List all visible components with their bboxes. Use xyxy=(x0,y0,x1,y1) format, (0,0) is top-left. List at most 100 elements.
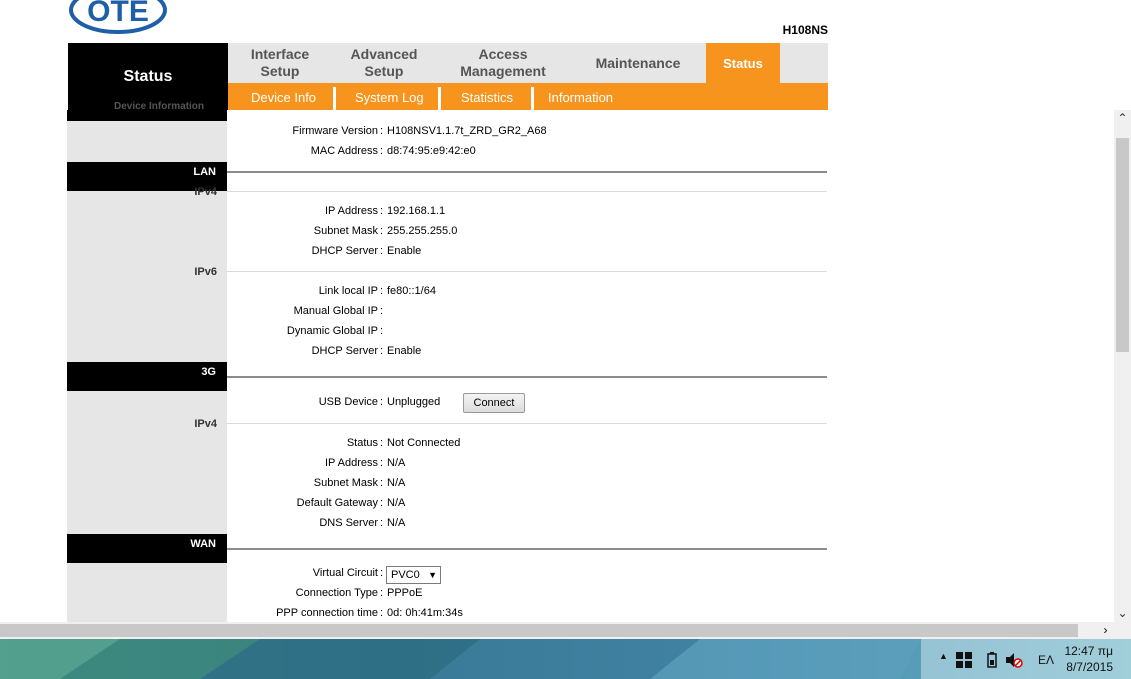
3g-mask-label: Subnet Mask xyxy=(313,477,378,489)
lan-mask-value: 255.255.255.0 xyxy=(387,225,458,237)
usb-device-row: USB Device: Unplugged xyxy=(227,396,827,412)
3g-status-label: Status xyxy=(346,437,378,449)
3g-dns-label: DNS Server xyxy=(319,517,378,529)
taskbar: ▲ ΕΛ 12:47 πμ 8/7/2015 xyxy=(0,639,1131,679)
3g-mask-value: N/A xyxy=(387,477,406,489)
colon: : xyxy=(380,125,384,137)
status-content: Firmware Version: H108NSV1.1.7t_ZRD_GR2_… xyxy=(67,110,828,622)
ppp-time-value: 0d: 0h:41m:34s xyxy=(387,607,463,619)
virtual-circuit-label: Virtual Circuit xyxy=(312,567,378,579)
colon: : xyxy=(380,205,384,217)
subtab-divider xyxy=(531,87,534,110)
section-title-wan: WAN xyxy=(190,538,216,550)
horizontal-scrollbar[interactable]: › xyxy=(0,622,1131,639)
colon: : xyxy=(380,587,384,599)
lan-dhcp-row: DHCP Server: Enable xyxy=(227,245,827,261)
scroll-right-icon[interactable]: › xyxy=(1097,622,1114,639)
subsection-divider xyxy=(227,423,827,424)
ppp-time-label: PPP connection time xyxy=(276,607,378,619)
connection-type-label: Connection Type xyxy=(295,587,378,599)
section-title-3g: 3G xyxy=(201,366,216,378)
vertical-scrollbar[interactable]: ⌃ ⌄ xyxy=(1114,110,1131,622)
connection-type-value: PPPoE xyxy=(387,587,423,599)
subtab-device-info[interactable]: Device Info xyxy=(251,83,316,110)
3g-status-row: Status: Not Connected xyxy=(227,437,827,453)
manual-global-ip-row: Manual Global IP: xyxy=(227,305,827,321)
section-title-block: Status Device Information xyxy=(68,43,228,112)
subtab-divider xyxy=(438,87,441,110)
firmware-row: Firmware Version: H108NSV1.1.7t_ZRD_GR2_… xyxy=(227,125,827,141)
virtual-circuit-row: Virtual Circuit: xyxy=(227,567,827,583)
horizontal-scroll-thumb[interactable] xyxy=(0,624,1078,637)
linklocal-value: fe80::1/64 xyxy=(387,285,436,297)
colon: : xyxy=(380,145,384,157)
colon: : xyxy=(380,567,384,579)
colon: : xyxy=(380,457,384,469)
subtab-system-log[interactable]: System Log xyxy=(355,83,424,110)
linklocal-label: Link local IP xyxy=(318,285,378,297)
lan-dhcp-value: Enable xyxy=(387,245,422,257)
lan-mask-label: Subnet Mask xyxy=(313,225,378,237)
dynamic-global-ip-row: Dynamic Global IP: xyxy=(227,325,827,341)
3g-ip-label: IP Address xyxy=(325,457,378,469)
3g-status-value: Not Connected xyxy=(387,437,461,449)
ppp-time-row: PPP connection time: 0d: 0h:41m:34s xyxy=(227,607,827,622)
mac-row: MAC Address: d8:74:95:e9:42:e0 xyxy=(227,145,827,161)
speaker-muted-icon[interactable] xyxy=(1005,652,1023,668)
3g-gateway-row: Default Gateway: N/A xyxy=(227,497,827,513)
lan-ip-label: IP Address xyxy=(325,205,378,217)
tab-access-management[interactable]: Access Management xyxy=(436,43,570,83)
3g-dns-value: N/A xyxy=(387,517,406,529)
section-divider xyxy=(227,376,827,378)
tab-maintenance[interactable]: Maintenance xyxy=(570,43,706,83)
manual-global-ip-label: Manual Global IP xyxy=(293,305,378,317)
section-bar-device-info xyxy=(67,110,227,121)
tab-status[interactable]: Status xyxy=(706,43,780,83)
colon: : xyxy=(380,345,384,357)
section-divider xyxy=(227,548,827,550)
lan-ipv4-label: IPv4 xyxy=(194,186,217,198)
virtual-circuit-selected: PVC0 xyxy=(391,569,420,581)
colon: : xyxy=(380,245,384,257)
section-title-lan: LAN xyxy=(193,166,216,178)
vertical-scroll-thumb[interactable] xyxy=(1116,138,1129,352)
colon: : xyxy=(380,225,384,237)
show-hidden-icons-icon[interactable]: ▲ xyxy=(939,651,948,661)
colon: : xyxy=(380,477,384,489)
3g-gateway-value: N/A xyxy=(387,497,406,509)
colon: : xyxy=(380,607,384,619)
dhcp6-label: DHCP Server xyxy=(311,345,378,357)
tab-interface-setup[interactable]: Interface Setup xyxy=(228,43,332,83)
scroll-up-icon[interactable]: ⌃ xyxy=(1114,110,1131,127)
chevron-down-icon: ▼ xyxy=(428,570,437,580)
firmware-label: Firmware Version xyxy=(292,125,378,137)
subtab-statistics[interactable]: Statistics xyxy=(461,83,513,110)
colon: : xyxy=(380,305,384,317)
model-name: H108NS xyxy=(782,23,828,37)
language-indicator[interactable]: ΕΛ xyxy=(1038,653,1054,667)
lan-ip-row: IP Address: 192.168.1.1 xyxy=(227,205,827,221)
section-title: Status xyxy=(123,68,173,85)
lan-mask-row: Subnet Mask: 255.255.255.0 xyxy=(227,225,827,241)
3g-ip-row: IP Address: N/A xyxy=(227,457,827,473)
connection-type-row: Connection Type: PPPoE xyxy=(227,587,827,603)
clock[interactable]: 12:47 πμ 8/7/2015 xyxy=(1064,643,1113,675)
3g-mask-row: Subnet Mask: N/A xyxy=(227,477,827,493)
usb-device-value: Unplugged xyxy=(387,396,441,408)
colon: : xyxy=(380,497,384,509)
subtab-divider xyxy=(333,87,336,110)
virtual-circuit-select[interactable]: PVC0 ▼ xyxy=(386,566,441,584)
connect-button[interactable]: Connect xyxy=(463,393,525,413)
usb-device-label: USB Device xyxy=(318,396,378,408)
clock-time: 12:47 πμ xyxy=(1064,644,1113,658)
subtab-information[interactable]: Information xyxy=(548,83,613,110)
lan-ipv6-label: IPv6 xyxy=(194,266,217,278)
3g-gateway-label: Default Gateway xyxy=(296,497,378,509)
battery-icon[interactable] xyxy=(987,652,997,668)
tab-advanced-setup[interactable]: Advanced Setup xyxy=(332,43,436,83)
colon: : xyxy=(380,285,384,297)
subsection-divider xyxy=(227,191,827,192)
colon: : xyxy=(380,325,384,337)
scroll-down-icon[interactable]: ⌄ xyxy=(1114,605,1131,622)
windows-flag-icon[interactable] xyxy=(956,652,972,668)
